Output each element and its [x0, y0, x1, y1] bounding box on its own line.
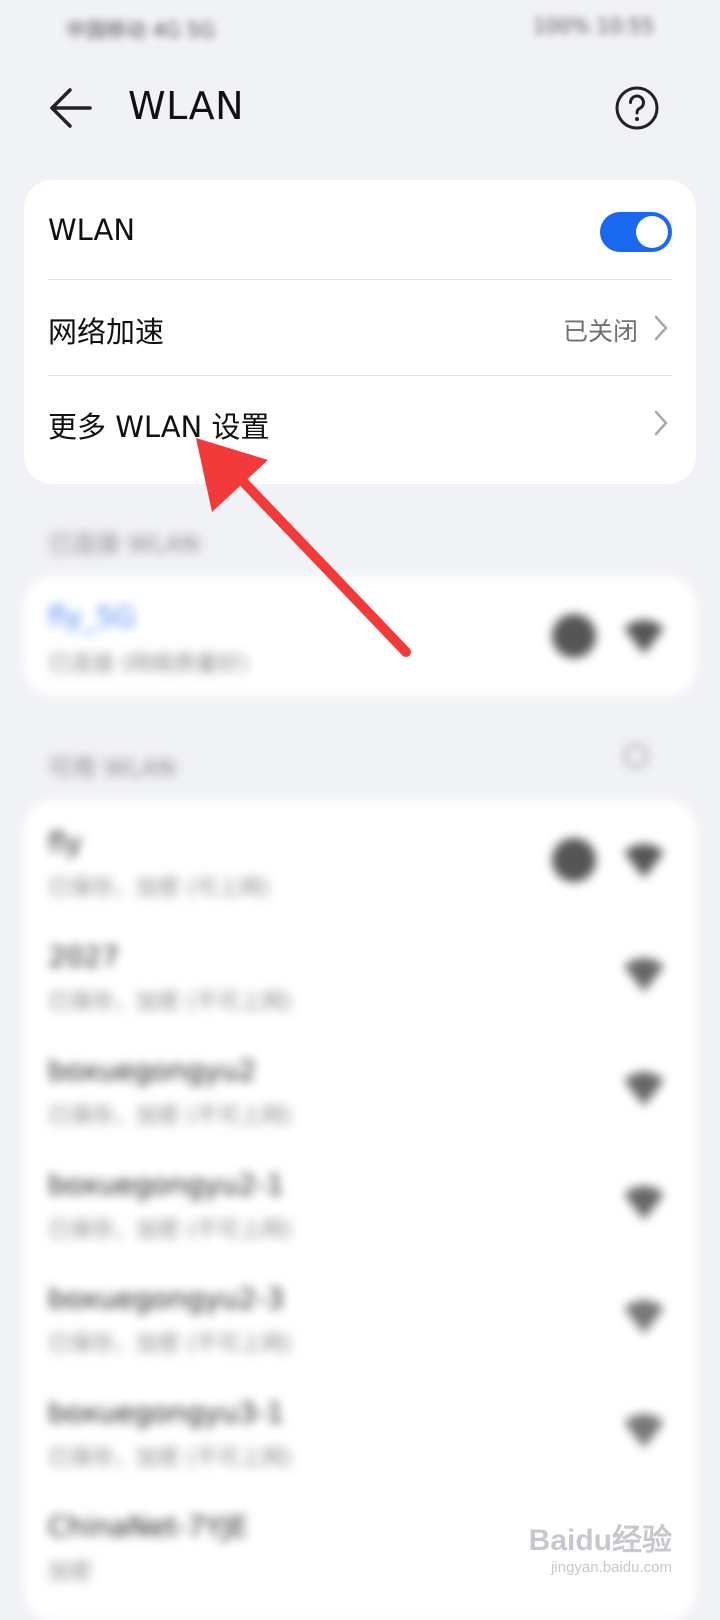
network-status: 加密: [48, 1560, 93, 1585]
list-item[interactable]: 2027 已保存，加密 (不可上网): [24, 914, 696, 1028]
more-wlan-settings-label: 更多 WLAN 设置: [48, 410, 270, 444]
wifi-signal-icon: [624, 844, 664, 878]
wifi-signal-icon: [624, 1300, 664, 1334]
network-name: boxuegongyu2-3: [48, 1282, 285, 1315]
network-name: boxuegongyu2: [48, 1054, 257, 1087]
lock-icon: [552, 838, 596, 882]
network-status: 已保存，加密 (不可上网): [48, 1332, 293, 1357]
status-time: 100% 10:55: [532, 14, 654, 38]
app-bar: WLAN: [0, 70, 720, 146]
network-name: ChinaNet-7YJE: [48, 1510, 249, 1543]
list-item[interactable]: boxuegongyu3-1 已保存，加密 (不可上网): [24, 1370, 696, 1484]
connected-network-card[interactable]: fly_5G 已连接 (网络质量好): [24, 576, 696, 696]
network-name: boxuegongyu3-1: [48, 1396, 285, 1429]
chevron-right-icon: [654, 315, 668, 341]
watermark-logo: Baidu经验: [528, 1524, 672, 1557]
list-item[interactable]: boxuegongyu2-1 已保存，加密 (不可上网): [24, 1142, 696, 1256]
connected-header: 已连接 WLAN: [48, 530, 200, 558]
back-arrow-icon[interactable]: [48, 86, 94, 130]
wifi-signal-icon: [624, 1414, 664, 1448]
list-item[interactable]: fly 已保存，加密 (可上网): [24, 800, 696, 914]
wifi-signal-icon: [624, 620, 664, 654]
network-acceleration-label: 网络加速: [48, 315, 165, 349]
connected-network-status: 已连接 (网络质量好): [48, 652, 249, 677]
more-wlan-settings-row[interactable]: 更多 WLAN 设置: [48, 376, 672, 476]
network-status: 已保存，加密 (不可上网): [48, 1104, 293, 1129]
chevron-right-icon: [654, 410, 668, 436]
network-acceleration-row[interactable]: 网络加速 已关闭: [48, 280, 672, 376]
wifi-signal-icon: [624, 958, 664, 992]
network-status: 已保存，加密 (不可上网): [48, 1218, 293, 1243]
wlan-toggle-row[interactable]: WLAN: [48, 180, 672, 280]
network-status: 已保存，加密 (不可上网): [48, 990, 293, 1015]
refresh-icon[interactable]: [620, 740, 652, 772]
list-item[interactable]: boxuegongyu2 已保存，加密 (不可上网): [24, 1028, 696, 1142]
toggle-knob: [636, 216, 668, 248]
page-title: WLAN: [128, 84, 245, 128]
help-icon[interactable]: [614, 85, 660, 131]
available-header: 可用 WLAN: [48, 754, 176, 782]
watermark: Baidu经验 jingyan.baidu.com: [529, 1515, 672, 1576]
watermark-url: jingyan.baidu.com: [551, 1559, 672, 1576]
status-carrier: 中国移动 4G 5G: [66, 18, 216, 42]
network-status: 已保存，加密 (不可上网): [48, 1446, 293, 1471]
network-name: fly: [48, 826, 83, 859]
connected-network-name: fly_5G: [48, 600, 136, 633]
wlan-label: WLAN: [48, 213, 136, 247]
network-name: boxuegongyu2-1: [48, 1168, 285, 1201]
network-name: 2027: [48, 940, 120, 973]
wlan-settings-card: WLAN 网络加速 已关闭 更多 WLAN 设置: [24, 180, 696, 484]
list-item[interactable]: boxuegongyu2-3 已保存，加密 (不可上网): [24, 1256, 696, 1370]
network-acceleration-value: 已关闭: [562, 317, 638, 346]
lock-icon: [552, 614, 596, 658]
wifi-signal-icon: [624, 1072, 664, 1106]
wlan-toggle-switch[interactable]: [600, 212, 672, 252]
wifi-signal-icon: [624, 1186, 664, 1220]
status-bar: 中国移动 4G 5G 100% 10:55: [0, 0, 720, 56]
available-networks-card: fly 已保存，加密 (可上网) 2027 已保存，加密 (不可上网) boxu…: [24, 800, 696, 1620]
network-status: 已保存，加密 (可上网): [48, 876, 271, 901]
